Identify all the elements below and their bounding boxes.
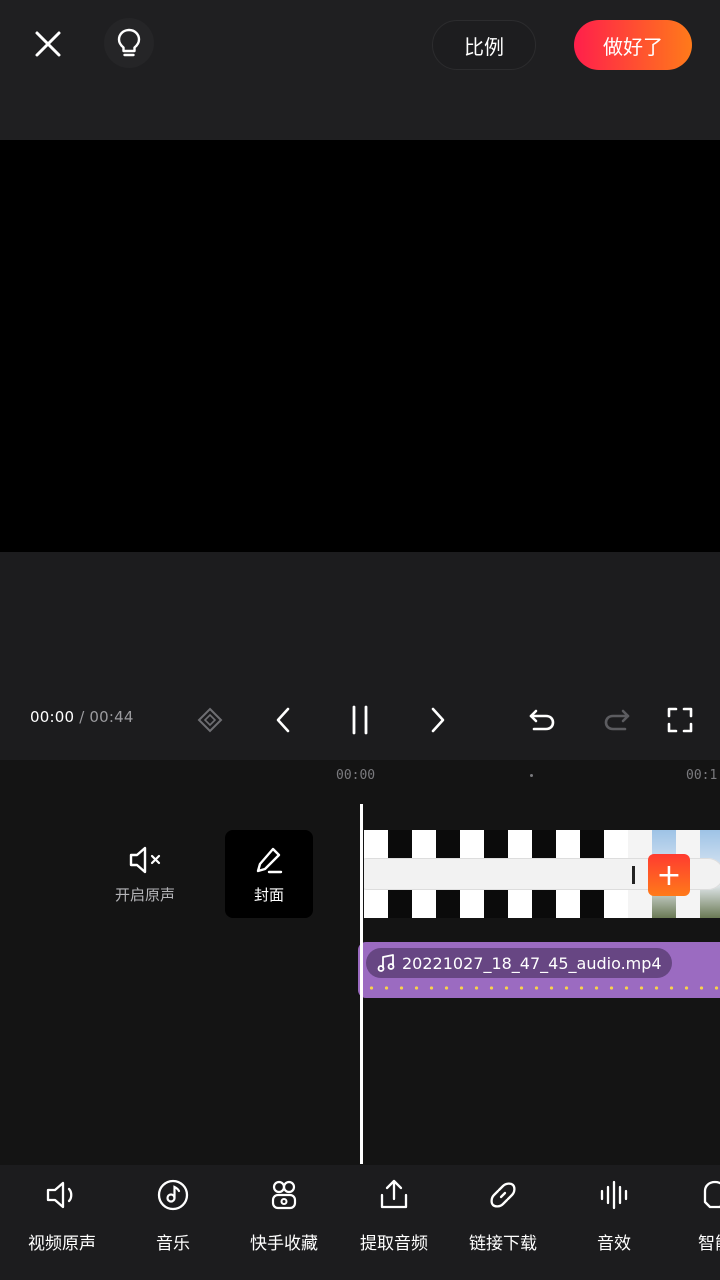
favorites-icon: [271, 1180, 297, 1210]
tool-label: 音效: [597, 1234, 631, 1254]
playhead[interactable]: [360, 804, 363, 1164]
cover-button[interactable]: 封面: [225, 830, 313, 918]
total-time: / 00:44: [74, 708, 134, 726]
tool-label: 提取音频: [360, 1234, 428, 1254]
plus-icon: +: [656, 857, 682, 893]
undo-icon: [529, 709, 555, 731]
sound-wave-icon: [600, 1180, 628, 1210]
undo-button[interactable]: [522, 700, 562, 740]
bottom-toolbar: 视频原声 音乐 快手收藏 提取音频 链接下载 音效 智: [0, 1165, 720, 1280]
redo-icon: [604, 709, 630, 731]
edit-pencil-icon: [256, 847, 283, 874]
cover-label: 封面: [253, 886, 284, 904]
playback-controls: 00:00 / 00:44: [0, 688, 720, 752]
previous-frame-button[interactable]: [263, 700, 303, 740]
enable-original-sound-label: 开启原声: [114, 886, 175, 904]
add-clip-button[interactable]: +: [648, 854, 690, 896]
ruler-label-start: 00:00: [336, 768, 376, 783]
ruler-label-next: 00:1: [686, 768, 718, 783]
tool-music[interactable]: 音乐: [118, 1175, 228, 1254]
fullscreen-icon: [667, 707, 693, 733]
tool-kuaishou-favorites[interactable]: 快手收藏: [229, 1175, 339, 1254]
audio-clip-name: 20221027_18_47_45_audio.mp4: [402, 953, 662, 973]
chevron-left-icon: [276, 707, 290, 733]
keyframe-button[interactable]: [190, 700, 230, 740]
tool-label: 快手收藏: [250, 1234, 318, 1254]
music-note-icon: [377, 954, 395, 972]
fullscreen-button[interactable]: [660, 700, 700, 740]
current-time: 00:00: [30, 708, 75, 726]
tool-link-download[interactable]: 链接下载: [448, 1175, 558, 1254]
tips-button[interactable]: [104, 18, 154, 68]
smart-icon: [703, 1180, 720, 1209]
tool-label: 智能: [698, 1234, 720, 1254]
speaker-muted-icon: [129, 846, 161, 874]
enable-original-sound-button[interactable]: 开启原声: [100, 844, 190, 914]
audio-clip-chip: 20221027_18_47_45_audio.mp4: [366, 948, 672, 978]
top-bar: 比例 做好了: [0, 0, 720, 140]
tool-extract-audio[interactable]: 提取音频: [339, 1175, 449, 1254]
timecode: 00:00 / 00:44: [30, 708, 134, 726]
music-disc-icon: [157, 1179, 189, 1211]
pause-icon: [352, 705, 368, 735]
link-icon: [490, 1182, 516, 1208]
aspect-ratio-button[interactable]: 比例: [432, 20, 536, 70]
tool-label: 音乐: [156, 1234, 190, 1254]
redo-button[interactable]: [597, 700, 637, 740]
close-icon: [35, 31, 61, 57]
chevron-right-icon: [431, 707, 445, 733]
audio-beat-dots: [364, 986, 720, 990]
tool-label: 视频原声: [28, 1234, 96, 1254]
done-button[interactable]: 做好了: [574, 20, 692, 70]
preview-padding: [0, 552, 720, 688]
tool-video-original-sound[interactable]: 视频原声: [7, 1175, 117, 1254]
tool-smart[interactable]: 智能: [660, 1175, 720, 1254]
pause-button[interactable]: [340, 700, 380, 740]
audio-track[interactable]: 20221027_18_47_45_audio.mp4: [358, 942, 720, 998]
speaker-icon: [46, 1181, 73, 1209]
next-frame-button[interactable]: [418, 700, 458, 740]
close-button[interactable]: [28, 24, 68, 64]
tool-sound-effects[interactable]: 音效: [559, 1175, 669, 1254]
keyframe-diamond-icon: [197, 707, 223, 733]
clip-trim-marker[interactable]: [632, 866, 635, 884]
tool-label: 链接下载: [469, 1234, 537, 1254]
ruler-dot: [530, 774, 533, 777]
video-preview[interactable]: [0, 140, 720, 552]
upload-extract-icon: [380, 1179, 408, 1209]
lightbulb-icon: [117, 28, 141, 57]
